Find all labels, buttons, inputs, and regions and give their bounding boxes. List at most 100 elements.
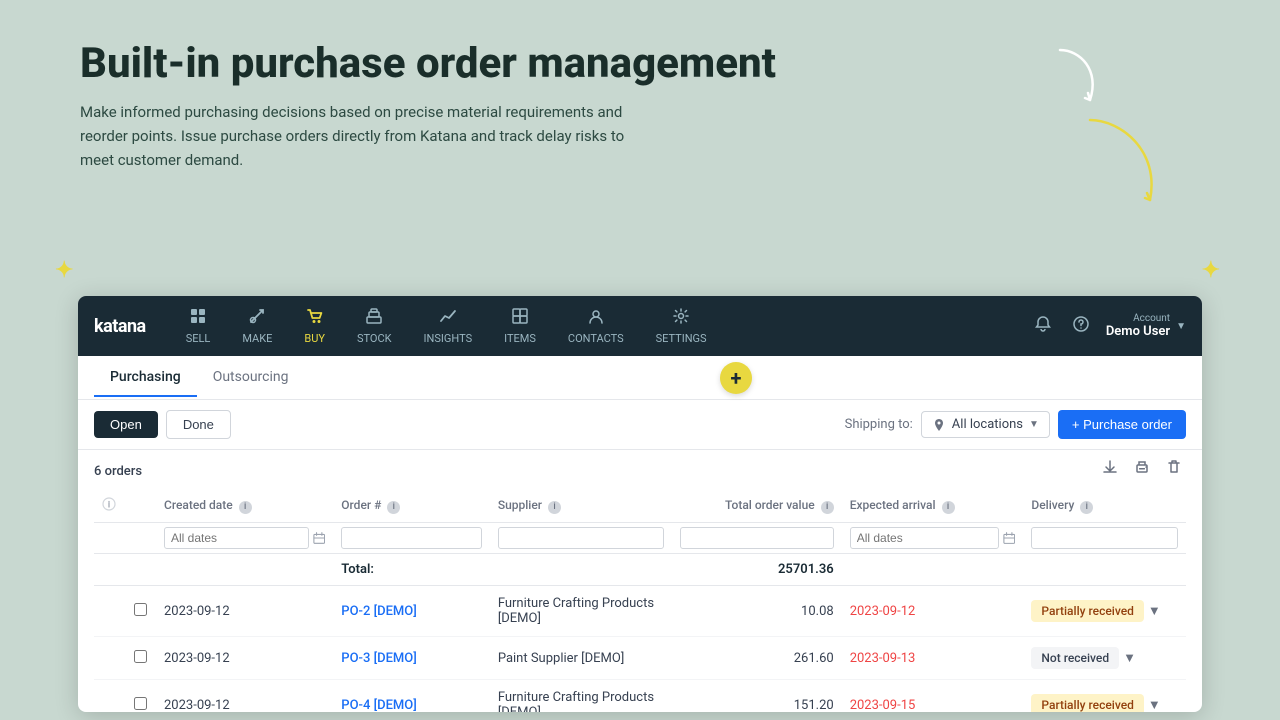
delete-button[interactable] xyxy=(1162,455,1186,484)
location-chevron-icon: ▼ xyxy=(1029,419,1039,430)
row-delivery-1: Not received ▼ xyxy=(1023,637,1186,680)
total-empty-5 xyxy=(842,554,1024,586)
deco-arrow-bottom xyxy=(1050,100,1180,230)
order-filter-input[interactable] xyxy=(341,527,482,549)
row-checkbox-0[interactable] xyxy=(124,586,156,637)
row-checkbox-input-1[interactable] xyxy=(134,650,147,663)
row-order-1: PO-3 [DEMO] xyxy=(333,637,490,680)
created-date-info-icon[interactable]: i xyxy=(239,501,252,514)
app-window: katana SELL MAKE BUY xyxy=(78,296,1202,712)
row-checkbox-input-2[interactable] xyxy=(134,697,147,710)
action-icons xyxy=(1098,455,1186,484)
tab-purchasing[interactable]: Purchasing xyxy=(94,359,197,397)
total-value-info-icon[interactable]: i xyxy=(821,501,834,514)
done-filter-button[interactable]: Done xyxy=(166,410,231,439)
contacts-icon xyxy=(587,307,605,329)
row-order-2: PO-4 [DEMO] xyxy=(333,680,490,713)
order-link-2[interactable]: PO-4 [DEMO] xyxy=(341,698,417,713)
col-expected-arrival: Expected arrival i xyxy=(842,489,1024,523)
order-link-1[interactable]: PO-3 [DEMO] xyxy=(341,651,417,666)
supplier-filter-input[interactable] xyxy=(498,527,665,549)
nav-item-contacts[interactable]: CONTACTS xyxy=(552,299,640,353)
nav-item-sell[interactable]: SELL xyxy=(170,299,227,353)
tab-outsourcing[interactable]: Outsourcing xyxy=(197,359,305,397)
add-order-button[interactable]: + xyxy=(720,362,752,394)
supplier-info-icon[interactable]: i xyxy=(548,501,561,514)
col-supplier: Supplier i xyxy=(490,489,673,523)
row-arrival-1: 2023-09-13 xyxy=(842,637,1024,680)
row-date-0: 2023-09-12 xyxy=(156,586,333,637)
table-row: 2023-09-12 PO-3 [DEMO] Paint Supplier [D… xyxy=(94,637,1186,680)
row-date-2: 2023-09-12 xyxy=(156,680,333,713)
order-num-info-icon[interactable]: i xyxy=(387,501,400,514)
row-checkbox-2[interactable] xyxy=(124,680,156,713)
nav-item-settings[interactable]: SETTINGS xyxy=(640,299,723,353)
total-empty-2 xyxy=(124,554,156,586)
row-info-0 xyxy=(94,586,124,637)
row-checkbox-1[interactable] xyxy=(124,637,156,680)
row-value-0: 10.08 xyxy=(672,586,841,637)
row-info-2 xyxy=(94,680,124,713)
stock-icon xyxy=(365,307,383,329)
delivery-badge-2: Partially received xyxy=(1031,694,1143,712)
buy-label: BUY xyxy=(304,332,325,345)
insights-label: INSIGHTS xyxy=(424,332,473,345)
nav-item-insights[interactable]: INSIGHTS xyxy=(408,299,489,353)
download-button[interactable] xyxy=(1098,455,1122,484)
filter-arrival-cell xyxy=(842,523,1024,554)
account-name: Demo User xyxy=(1106,324,1170,339)
nav-item-stock[interactable]: STOCK xyxy=(341,299,408,353)
delivery-dropdown-0[interactable]: ▼ xyxy=(1148,603,1161,619)
expected-arrival-info-icon[interactable]: i xyxy=(942,501,955,514)
delivery-filter-input[interactable] xyxy=(1031,527,1178,549)
purchase-order-button[interactable]: + Purchase order xyxy=(1058,410,1186,439)
filter-date-cell xyxy=(156,523,333,554)
contacts-label: CONTACTS xyxy=(568,332,624,345)
orders-header-row: 6 orders xyxy=(94,450,1186,489)
tabs-bar: Purchasing Outsourcing + xyxy=(78,356,1202,400)
row-checkbox-input-0[interactable] xyxy=(134,603,147,616)
make-label: MAKE xyxy=(242,332,272,345)
row-supplier-2: Furniture Crafting Products [DEMO] xyxy=(490,680,673,713)
nav-right: Account Demo User ▼ xyxy=(1030,311,1186,342)
print-button[interactable] xyxy=(1130,455,1154,484)
nav-item-make[interactable]: MAKE xyxy=(226,299,288,353)
all-locations-text: All locations xyxy=(952,417,1023,432)
col-checkbox xyxy=(124,489,156,523)
delivery-dropdown-2[interactable]: ▼ xyxy=(1148,697,1161,712)
chevron-down-icon: ▼ xyxy=(1176,321,1186,332)
order-link-0[interactable]: PO-2 [DEMO] xyxy=(341,604,417,619)
account-menu[interactable]: Account Demo User ▼ xyxy=(1106,313,1186,339)
open-filter-button[interactable]: Open xyxy=(94,411,158,438)
navbar: katana SELL MAKE BUY xyxy=(78,296,1202,356)
shipping-location-select[interactable]: All locations ▼ xyxy=(921,411,1050,438)
row-delivery-2: Partially received ▼ xyxy=(1023,680,1186,713)
supplier-label: Supplier xyxy=(498,498,542,512)
total-empty-3 xyxy=(156,554,333,586)
row-supplier-0: Furniture Crafting Products [DEMO] xyxy=(490,586,673,637)
deco-star-left: ✦ xyxy=(55,258,73,283)
row-value-2: 151.20 xyxy=(672,680,841,713)
table-row: 2023-09-12 PO-2 [DEMO] Furniture Craftin… xyxy=(94,586,1186,637)
row-info-1 xyxy=(94,637,124,680)
settings-icon xyxy=(672,307,690,329)
value-filter-input[interactable] xyxy=(680,527,833,549)
total-empty-1 xyxy=(94,554,124,586)
nav-item-items[interactable]: ITEMS xyxy=(488,299,552,353)
row-arrival-2: 2023-09-15 xyxy=(842,680,1024,713)
hero-section: Built-in purchase order management Make … xyxy=(0,0,1280,290)
filter-checkbox-cell xyxy=(124,523,156,554)
delivery-info-icon[interactable]: i xyxy=(1080,501,1093,514)
buy-icon xyxy=(306,307,324,329)
delivery-dropdown-1[interactable]: ▼ xyxy=(1123,650,1136,666)
row-delivery-0: Partially received ▼ xyxy=(1023,586,1186,637)
notifications-button[interactable] xyxy=(1030,311,1056,342)
col-total-value: Total order value i xyxy=(672,489,841,523)
row-date-1: 2023-09-12 xyxy=(156,637,333,680)
filter-supplier-cell xyxy=(490,523,673,554)
date-filter-input[interactable] xyxy=(164,527,309,549)
nav-items: SELL MAKE BUY STOCK xyxy=(170,299,1030,353)
help-button[interactable] xyxy=(1068,311,1094,342)
arrival-filter-input[interactable] xyxy=(850,527,999,549)
nav-item-buy[interactable]: BUY xyxy=(288,299,341,353)
